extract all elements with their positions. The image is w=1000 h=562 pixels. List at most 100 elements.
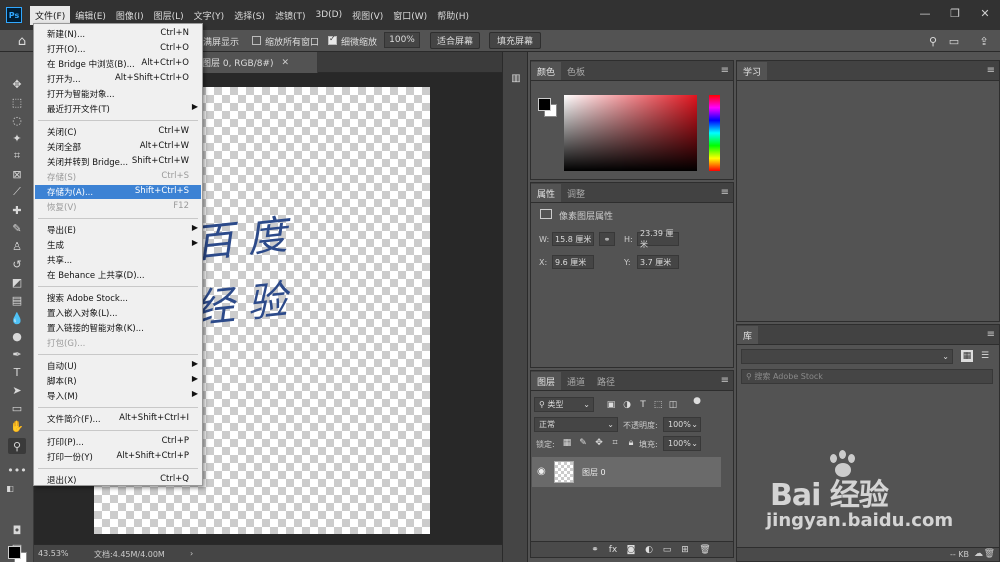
y-field[interactable]: 3.7 厘米 <box>637 255 679 269</box>
file-menu-item[interactable]: 置入嵌入对象(L)... <box>35 306 201 320</box>
lock-transparency-icon[interactable]: ▦ <box>561 437 573 449</box>
file-menu-item[interactable]: 文件简介(F)... Alt+Shift+Ctrl+I <box>35 412 201 426</box>
file-menu-item[interactable]: 打开为智能对象... <box>35 87 201 101</box>
filter-shape-icon[interactable]: ⬚ <box>652 399 664 411</box>
file-menu-item[interactable]: 打开(O)... Ctrl+O <box>35 42 201 56</box>
filter-type-icon[interactable]: T <box>637 399 649 411</box>
menu-filter[interactable]: 滤镜(T) <box>270 6 311 25</box>
tab-paths[interactable]: 路径 <box>591 372 621 390</box>
color-panel-foreground-swatch[interactable] <box>538 98 551 111</box>
lock-all-icon[interactable]: 🔒︎ <box>625 437 637 449</box>
history-brush-tool-icon[interactable]: ↺ <box>8 256 26 272</box>
quick-mask-icon[interactable]: ◘ <box>8 522 26 538</box>
menu-layer[interactable]: 图层(L) <box>149 6 189 25</box>
gradient-tool-icon[interactable]: ▤ <box>8 292 26 308</box>
file-menu-item[interactable]: 生成 ▶ <box>35 238 201 252</box>
adjustment-layer-icon[interactable]: ◐ <box>643 544 655 556</box>
home-icon[interactable]: ⌂ <box>14 33 30 49</box>
menu-view[interactable]: 视图(V) <box>347 6 388 25</box>
stock-search-input[interactable]: ⚲ 搜索 Adobe Stock <box>741 369 993 384</box>
file-menu-item[interactable]: 关闭并转到 Bridge... Shift+Ctrl+W <box>35 155 201 169</box>
file-menu-item[interactable]: 搜索 Adobe Stock... <box>35 291 201 305</box>
library-select[interactable]: ⌄ <box>741 349 953 364</box>
delete-icon[interactable]: 🗑︎ <box>984 549 995 559</box>
menu-help[interactable]: 帮助(H) <box>432 6 474 25</box>
menu-type[interactable]: 文字(Y) <box>189 6 230 25</box>
share-icon[interactable]: ⇪ <box>976 33 992 49</box>
status-arrow-icon[interactable]: › <box>190 549 193 558</box>
fill-field[interactable]: 100% ⌄ <box>663 436 701 451</box>
file-menu-item[interactable]: 自动(U) ▶ <box>35 359 201 373</box>
pen-tool-icon[interactable]: ✒ <box>8 346 26 362</box>
link-layers-icon[interactable]: ⚭ <box>589 544 601 556</box>
hue-slider[interactable] <box>709 95 720 171</box>
layer-style-icon[interactable]: fx <box>607 544 619 556</box>
hand-tool-icon[interactable]: ✋ <box>8 418 26 434</box>
type-tool-icon[interactable]: T <box>8 364 26 380</box>
zoom-tool-icon[interactable]: ⚲ <box>8 438 26 454</box>
layer-row[interactable]: ◉ 图层 0 <box>532 457 721 487</box>
document-tab[interactable]: 图层 0, RGB/8#) ✕ <box>198 52 318 73</box>
scrubby-zoom-checkbox[interactable] <box>328 34 337 45</box>
visibility-eye-icon[interactable]: ◉ <box>537 466 546 477</box>
tab-color[interactable]: 颜色 <box>531 62 562 80</box>
histogram-icon[interactable]: ▥ <box>508 70 524 86</box>
zoom-level[interactable]: 43.53% <box>38 549 69 558</box>
menu-3d[interactable]: 3D(D) <box>310 7 347 23</box>
tab-channels[interactable]: 通道 <box>561 372 591 390</box>
file-menu-item[interactable]: 置入链接的智能对象(K)... <box>35 321 201 335</box>
list-view-icon[interactable]: ☰ <box>979 350 991 362</box>
file-menu-item[interactable]: 关闭全部 Alt+Ctrl+W <box>35 140 201 154</box>
filter-adjustment-icon[interactable]: ◑ <box>621 399 633 411</box>
foreground-color-swatch[interactable] <box>8 546 21 559</box>
healing-brush-tool-icon[interactable]: ✚ <box>8 202 26 218</box>
file-menu-item[interactable]: 打印(P)... Ctrl+P <box>35 435 201 449</box>
close-button[interactable]: ✕ <box>970 0 1000 26</box>
tab-adjustments[interactable]: 调整 <box>561 184 591 202</box>
cloud-sync-icon[interactable]: ☁ <box>974 549 983 559</box>
restore-button[interactable]: ❐ <box>940 0 970 26</box>
more-tools-icon[interactable]: ••• <box>7 462 26 478</box>
eyedropper-tool-icon[interactable]: ⟋ <box>8 184 26 200</box>
clone-stamp-tool-icon[interactable]: ♙ <box>8 238 26 254</box>
tab-layers[interactable]: 图层 <box>531 372 562 390</box>
minimize-button[interactable]: — <box>910 0 940 26</box>
add-mask-icon[interactable]: ◙ <box>625 544 637 556</box>
file-menu-item[interactable]: 打印一份(Y) Alt+Shift+Ctrl+P <box>35 450 201 464</box>
file-menu-item[interactable]: 脚本(R) ▶ <box>35 374 201 388</box>
tab-swatches[interactable]: 色板 <box>561 62 591 80</box>
brush-tool-icon[interactable]: ✎ <box>8 220 26 236</box>
lock-artboard-icon[interactable]: ⌗ <box>609 437 621 449</box>
zoom-all-checkbox[interactable] <box>252 36 261 45</box>
menu-select[interactable]: 选择(S) <box>229 6 270 25</box>
panel-menu-icon[interactable]: ≡ <box>987 65 995 76</box>
crop-tool-icon[interactable]: ⌗ <box>8 148 26 164</box>
filter-pixel-icon[interactable]: ▣ <box>605 399 617 411</box>
filter-smart-object-icon[interactable]: ◫ <box>667 399 679 411</box>
filter-toggle-icon[interactable]: ● <box>691 395 703 407</box>
path-selection-tool-icon[interactable]: ➤ <box>8 382 26 398</box>
panel-menu-icon[interactable]: ≡ <box>721 65 729 76</box>
zoom-value-field[interactable]: 100% <box>384 32 420 48</box>
move-tool-icon[interactable]: ✥ <box>8 76 26 92</box>
tab-properties[interactable]: 属性 <box>531 184 562 202</box>
panel-menu-icon[interactable]: ≡ <box>721 187 729 198</box>
file-menu-item[interactable]: 在 Bridge 中浏览(B)... Alt+Ctrl+O <box>35 57 201 71</box>
rectangle-tool-icon[interactable]: ▭ <box>8 400 26 416</box>
opacity-field[interactable]: 100% ⌄ <box>663 417 701 432</box>
blend-mode-select[interactable]: 正常 ⌄ <box>534 417 618 432</box>
blur-tool-icon[interactable]: 💧 <box>8 310 26 326</box>
menu-window[interactable]: 窗口(W) <box>388 6 432 25</box>
file-menu-item[interactable]: 导出(E) ▶ <box>35 223 201 237</box>
file-menu-item[interactable]: 在 Behance 上共享(D)... <box>35 268 201 282</box>
search-icon[interactable]: ⚲ <box>925 33 941 49</box>
file-menu-item[interactable]: 打开为... Alt+Shift+Ctrl+O <box>35 72 201 86</box>
new-group-icon[interactable]: ▭ <box>661 544 673 556</box>
fill-screen-button[interactable]: 填充屏幕 <box>489 32 541 49</box>
file-menu-item[interactable]: 关闭(C) Ctrl+W <box>35 125 201 139</box>
width-field[interactable]: 15.8 厘米 <box>552 232 594 246</box>
grid-view-icon[interactable]: ▦ <box>961 350 973 362</box>
height-field[interactable]: 23.39 厘米 <box>637 229 679 249</box>
tab-learn[interactable]: 学习 <box>737 62 768 80</box>
magic-wand-tool-icon[interactable]: ✦ <box>8 130 26 146</box>
